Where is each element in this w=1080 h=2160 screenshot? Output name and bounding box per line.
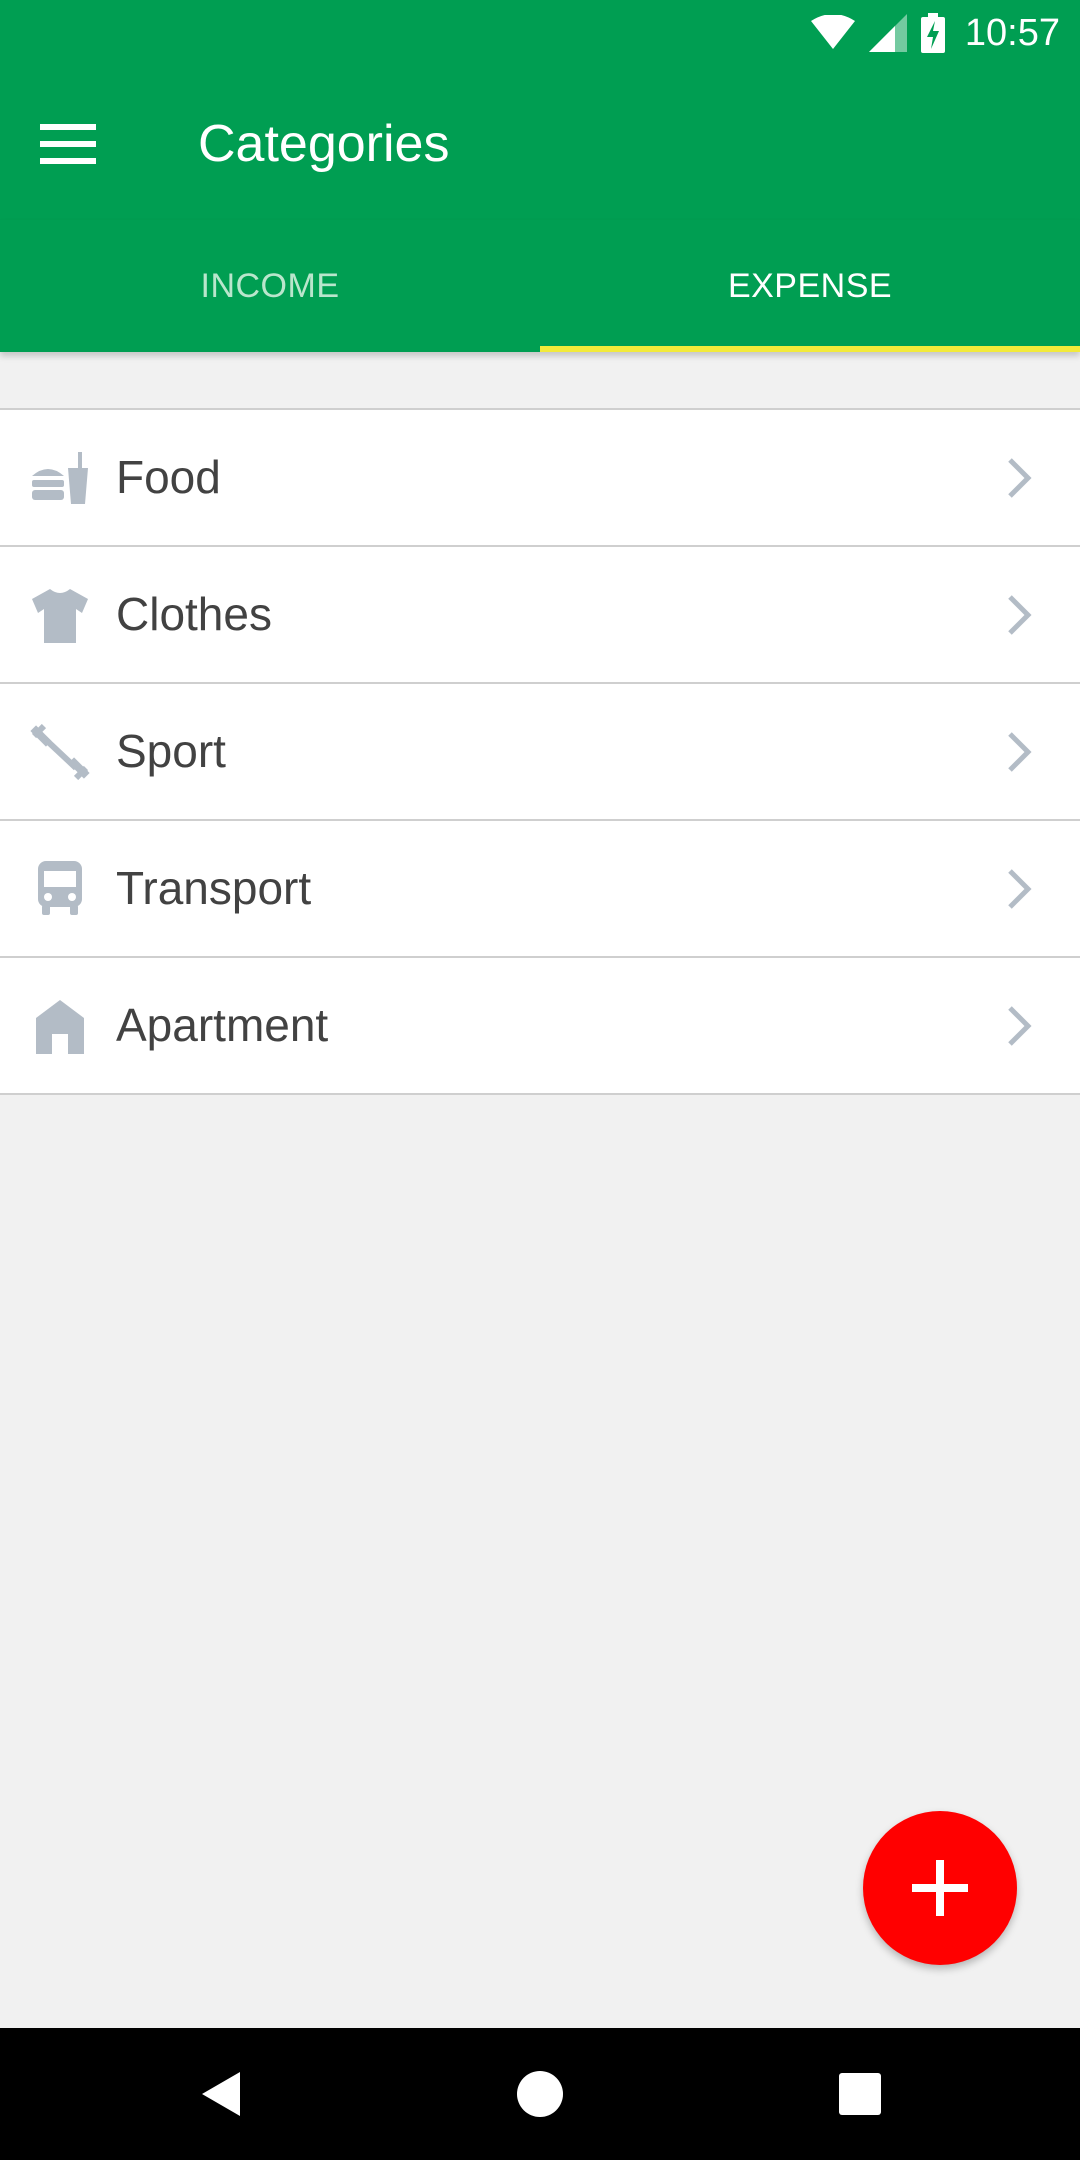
signal-icon: [868, 14, 907, 52]
house-icon: [36, 1000, 84, 1054]
chevron-right-icon: [1008, 732, 1032, 772]
chevron-right-icon: [1008, 595, 1032, 635]
wifi-icon: [810, 15, 855, 49]
home-icon[interactable]: [508, 2062, 572, 2126]
bus-icon: [38, 861, 82, 915]
chevron-right-icon: [1008, 869, 1032, 909]
category-item-sport[interactable]: Sport: [0, 684, 1080, 821]
category-item-apartment[interactable]: Apartment: [0, 958, 1080, 1095]
food-drink-icon: [32, 452, 88, 504]
category-item-clothes[interactable]: Clothes: [0, 547, 1080, 684]
recents-icon[interactable]: [828, 2062, 892, 2126]
status-icons: 10:57: [810, 0, 1060, 66]
chevron-right-icon: [1008, 1006, 1032, 1046]
status-time: 10:57: [964, 11, 1060, 54]
category-item-transport[interactable]: Transport: [0, 821, 1080, 958]
category-label: Sport: [116, 725, 226, 777]
category-label: Transport: [116, 862, 312, 914]
add-category-button[interactable]: [863, 1811, 1017, 1965]
back-icon[interactable]: [188, 2062, 252, 2126]
screen: 10:57 Categories INCOME EXPENSE Food Clo…: [0, 0, 1080, 2160]
tshirt-icon: [32, 589, 88, 643]
tab-expense[interactable]: EXPENSE: [540, 220, 1080, 352]
category-label: Clothes: [116, 588, 272, 640]
navigation-bar: [0, 2028, 1080, 2160]
status-bar: 10:57: [0, 0, 1080, 66]
page-title: Categories: [198, 115, 450, 173]
dumbbell-icon: [30, 724, 90, 780]
category-list: Food Clothes Sport Transport Apartment: [0, 408, 1080, 1095]
chevron-right-icon: [1008, 458, 1032, 498]
category-label: Food: [116, 451, 221, 503]
battery-charging-icon: [920, 13, 945, 53]
tab-bar: INCOME EXPENSE: [0, 220, 1080, 352]
app-bar: Categories: [0, 66, 1080, 220]
category-label: Apartment: [116, 999, 329, 1051]
plus-icon: [912, 1860, 968, 1916]
category-item-food[interactable]: Food: [0, 410, 1080, 547]
hamburger-menu-icon[interactable]: [40, 124, 96, 164]
tab-income[interactable]: INCOME: [0, 220, 540, 352]
